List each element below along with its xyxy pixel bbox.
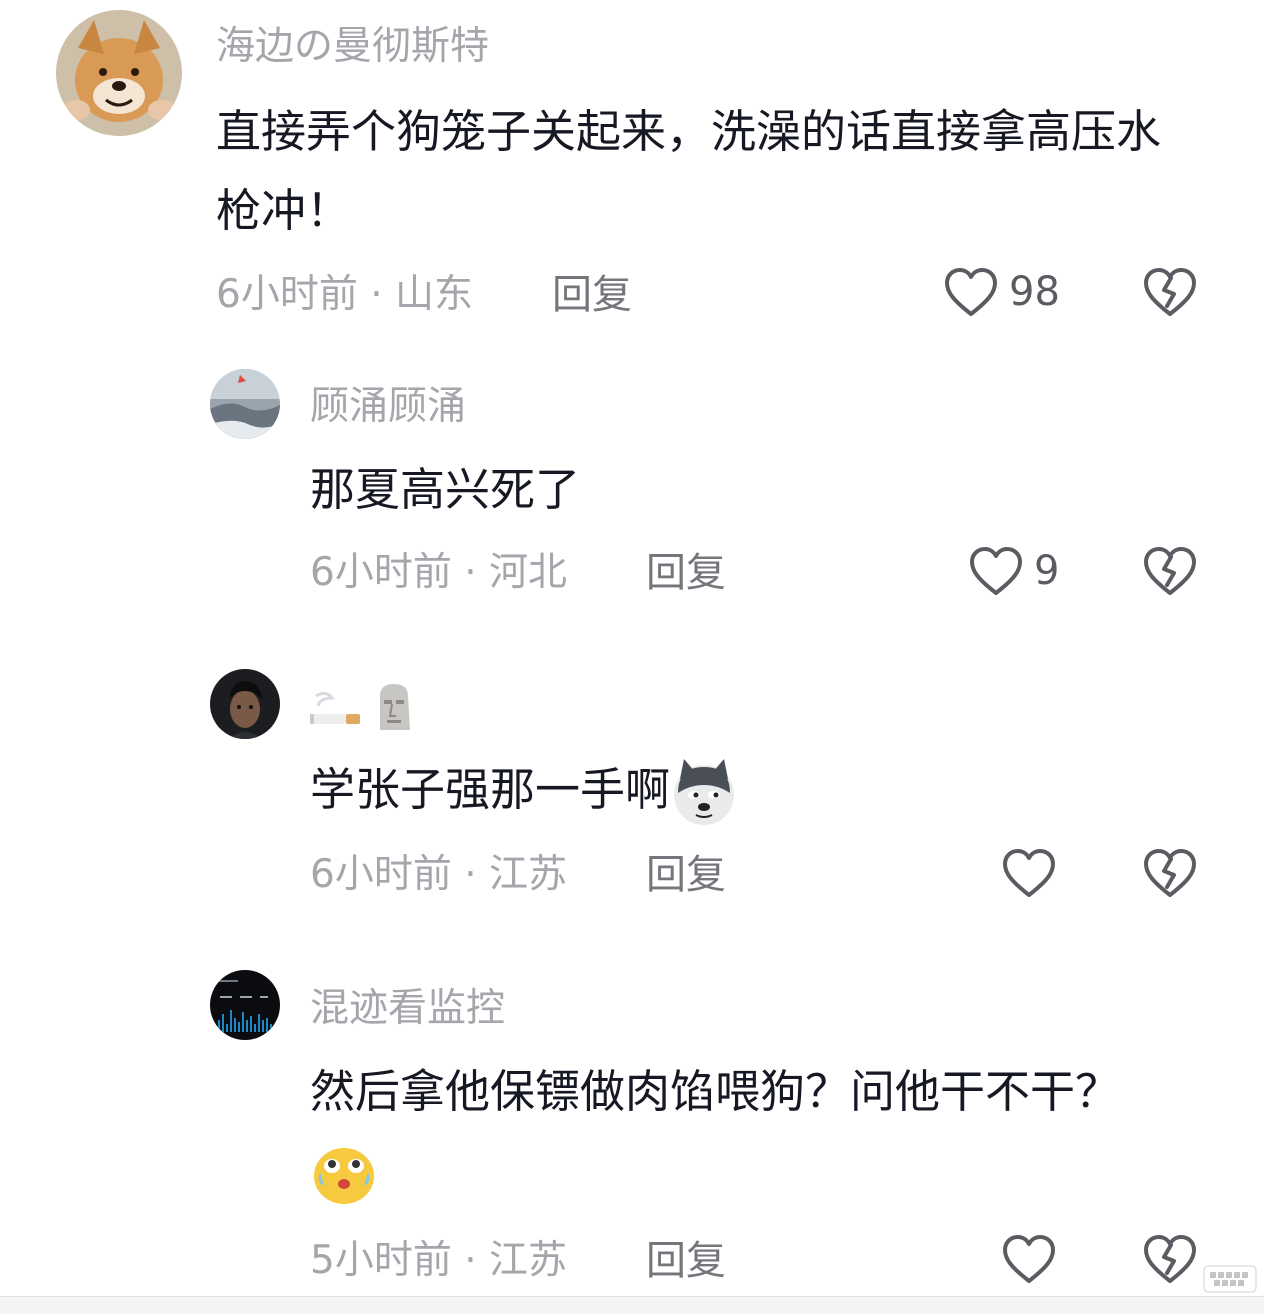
dislike-button[interactable] bbox=[1142, 545, 1198, 597]
comment-time: 5小时前 bbox=[310, 1238, 452, 1283]
comment-time: 6小时前 bbox=[310, 852, 452, 897]
heart-outline-icon bbox=[943, 266, 999, 318]
meta-separator: · bbox=[451, 852, 490, 897]
husky-dog-emoji bbox=[670, 759, 738, 827]
bottom-divider bbox=[0, 1296, 1264, 1314]
reply-button[interactable]: 回复 bbox=[552, 275, 632, 315]
comment-time: 6小时前 bbox=[310, 550, 452, 595]
crying-laughing-face-emoji bbox=[310, 1142, 378, 1206]
avatar[interactable] bbox=[56, 10, 182, 136]
broken-heart-icon bbox=[1142, 266, 1198, 318]
heart-outline-icon bbox=[968, 545, 1024, 597]
comment-meta: 6小时前 · 江苏 bbox=[310, 855, 567, 894]
cigarette-emoji bbox=[310, 688, 364, 737]
comment-text: 然后拿他保镖做肉馅喂狗？问他干不干？ bbox=[310, 1052, 1160, 1210]
comment-location: 江苏 bbox=[489, 1238, 568, 1283]
dislike-button[interactable] bbox=[1142, 847, 1198, 899]
comment-location: 河北 bbox=[489, 550, 568, 595]
comment-text: 直接弄个狗笼子关起来，洗澡的话直接拿高压水枪冲！ bbox=[216, 105, 1162, 237]
heart-outline-icon bbox=[1001, 1233, 1057, 1285]
like-count: 9 bbox=[1034, 548, 1060, 594]
comment-meta: 6小时前 · 河北 bbox=[310, 553, 567, 592]
watermark-logo bbox=[1202, 1262, 1258, 1296]
dislike-button[interactable] bbox=[1142, 1233, 1198, 1285]
meta-separator: · bbox=[451, 550, 490, 595]
broken-heart-icon bbox=[1142, 1233, 1198, 1285]
broken-heart-icon bbox=[1142, 545, 1198, 597]
avatar[interactable] bbox=[210, 369, 280, 439]
like-button[interactable] bbox=[1001, 843, 1067, 903]
comment-location: 江苏 bbox=[489, 852, 568, 897]
reply-button[interactable]: 回复 bbox=[646, 553, 726, 593]
like-count: 98 bbox=[1009, 269, 1060, 315]
meta-separator: · bbox=[451, 1238, 490, 1283]
comment-meta: 6小时前 · 山东 bbox=[216, 275, 473, 314]
username[interactable]: 混迹看监控 bbox=[310, 989, 505, 1028]
comment-text: 学张子强那一手啊 bbox=[310, 750, 1170, 829]
reply-button[interactable]: 回复 bbox=[646, 855, 726, 895]
reply-button[interactable]: 回复 bbox=[646, 1241, 726, 1281]
comment-text-body: 学张子强那一手啊 bbox=[310, 763, 671, 816]
username[interactable]: 海边の曼彻斯特 bbox=[216, 27, 489, 66]
heart-outline-icon bbox=[1001, 847, 1057, 899]
username[interactable]: 顾涌顾涌 bbox=[310, 387, 466, 426]
comment-time: 6小时前 bbox=[216, 272, 358, 317]
like-button[interactable]: 9 bbox=[968, 541, 1059, 601]
moai-emoji bbox=[372, 682, 416, 739]
avatar[interactable] bbox=[210, 970, 280, 1040]
comment-text: 那夏高兴死了 bbox=[310, 463, 581, 516]
comment-text-body: 然后拿他保镖做肉馅喂狗？问他干不干？ bbox=[310, 1065, 1121, 1118]
avatar[interactable] bbox=[210, 669, 280, 739]
broken-heart-icon bbox=[1142, 847, 1198, 899]
comment-location: 山东 bbox=[395, 272, 474, 317]
dislike-button[interactable] bbox=[1142, 266, 1198, 318]
like-button[interactable] bbox=[1001, 1229, 1067, 1289]
username-emoji-group[interactable] bbox=[310, 682, 420, 734]
like-button[interactable]: 98 bbox=[943, 262, 1060, 322]
comment-meta: 5小时前 · 江苏 bbox=[310, 1241, 567, 1280]
meta-separator: · bbox=[357, 272, 396, 317]
